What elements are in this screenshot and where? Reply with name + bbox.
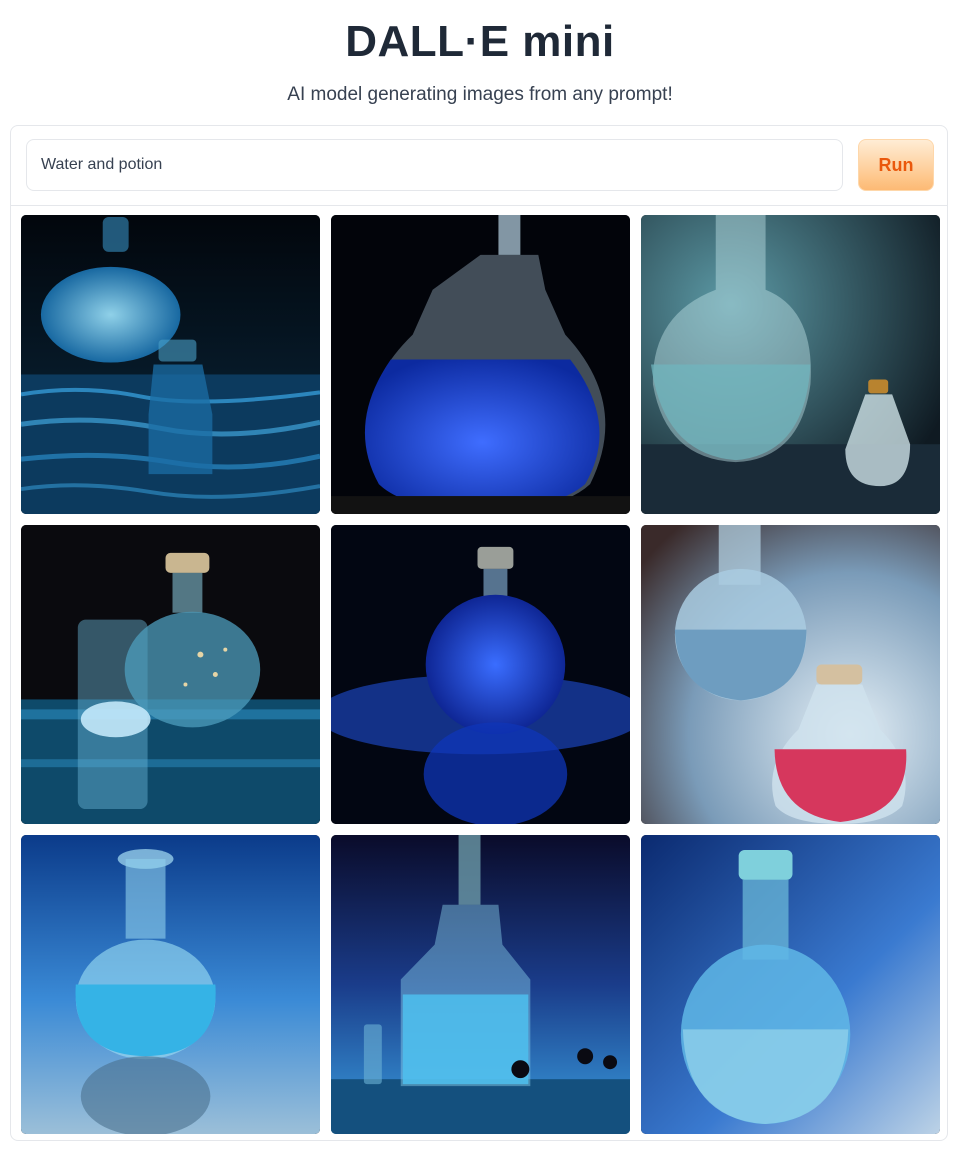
gallery-image-9[interactable] [641,835,940,1134]
generator-panel: Run [10,125,948,1141]
gallery-image-6[interactable] [641,525,940,824]
gallery-image-3[interactable] [641,215,940,514]
gallery-image-4[interactable] [21,525,320,824]
gallery-image-9-graphic [641,835,940,1134]
image-gallery [21,215,940,1134]
header: DALL·E mini AI model generating images f… [0,0,960,108]
prompt-input[interactable] [26,139,843,191]
gallery-image-3-graphic [641,215,940,514]
gallery-image-4-graphic [21,525,320,824]
gallery-image-5[interactable] [331,525,630,824]
gallery-image-2[interactable] [331,215,630,514]
prompt-row: Run [11,126,947,206]
gallery-image-2-graphic [331,215,630,514]
gallery-image-7-graphic [21,835,320,1134]
gallery-image-1[interactable] [21,215,320,514]
page-title: DALL·E mini [345,17,615,66]
gallery-image-8-graphic [331,835,630,1134]
gallery-image-7[interactable] [21,835,320,1134]
gallery-image-8[interactable] [331,835,630,1134]
run-button[interactable]: Run [858,139,934,191]
gallery-image-6-graphic [641,525,940,824]
page-subtitle: AI model generating images from any prom… [287,84,673,105]
gallery-image-5-graphic [331,525,630,824]
gallery-image-1-graphic [21,215,320,514]
